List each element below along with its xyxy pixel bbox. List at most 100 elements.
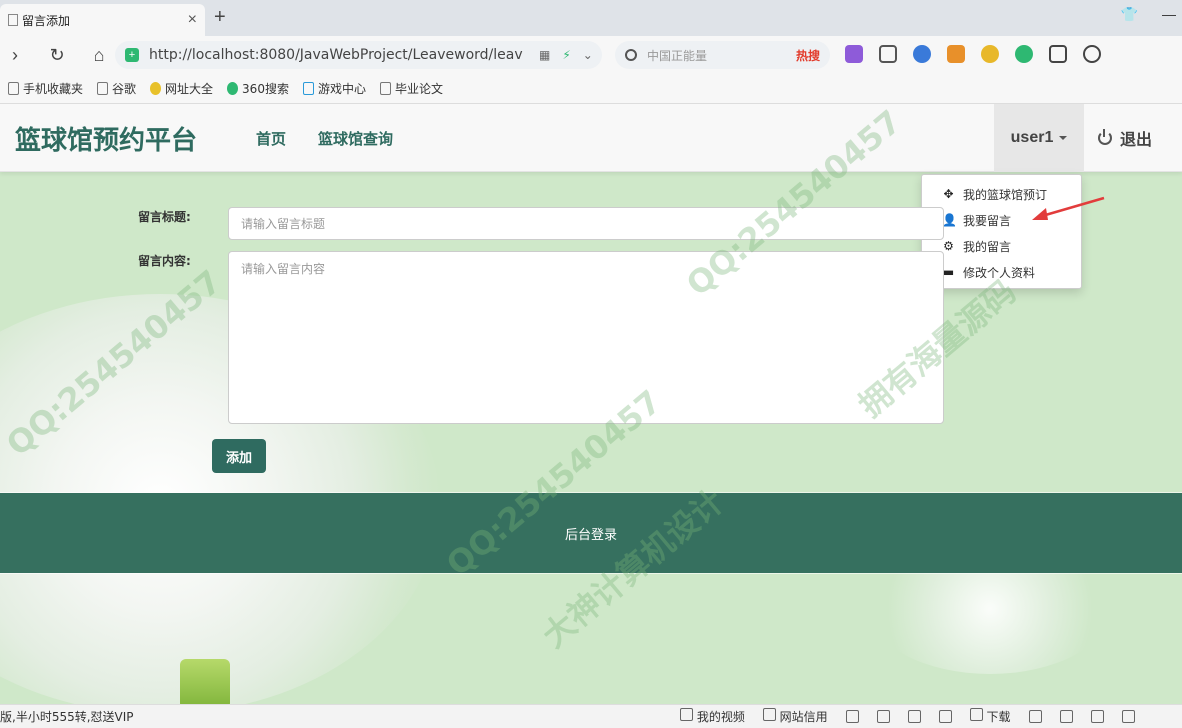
url-tools: ▦ ⚡ ⌄ (539, 48, 593, 62)
add-button[interactable]: 添加 (212, 439, 266, 473)
bookmark-label: 游戏中心 (317, 82, 366, 96)
url-text: http://localhost:8080/JavaWebProject/Lea… (149, 47, 523, 63)
message-title-input[interactable] (228, 207, 944, 240)
logout-label: 退出 (1120, 130, 1153, 149)
dropdown-item-edit-profile[interactable]: ▬ 修改个人资料 (922, 259, 1081, 285)
site-credit-link[interactable]: 网站信用 (762, 708, 828, 725)
gear-icon: ⚙ (943, 239, 954, 253)
power-icon (1098, 129, 1112, 145)
brand-title[interactable]: 篮球馆预约平台 (15, 120, 197, 157)
status-item-label: 我的视频 (696, 710, 745, 724)
bookmark-label: 360搜索 (242, 82, 289, 96)
username: user1 (1010, 129, 1054, 146)
headset-icon[interactable] (1028, 710, 1042, 723)
bookmark-item[interactable]: 游戏中心 (302, 80, 366, 97)
user-dropdown-menu: ✥ 我的篮球馆预订 👤 我要留言 ⚙ 我的留言 ▬ 修改个人资料 (921, 174, 1082, 289)
window-controls: 👕 — (1121, 6, 1176, 23)
dropdown-item-label: 我的留言 (963, 239, 1012, 254)
address-toolbar: › ↻ ⌂ + http://localhost:8080/JavaWebPro… (0, 36, 1182, 74)
status-item-label: 网站信用 (779, 710, 828, 724)
window-icon[interactable] (1090, 710, 1104, 723)
game-icon[interactable] (947, 45, 965, 63)
grid-icon[interactable] (1049, 45, 1067, 63)
new-tab-button[interactable]: + (214, 6, 226, 29)
browser-tabbar: 留言添加 × + 👕 — (0, 0, 1182, 36)
bookmark-item[interactable]: 360搜索 (227, 80, 289, 97)
bookmark-item[interactable]: 谷歌 (97, 80, 136, 97)
bookmark-item[interactable]: 手机收藏夹 (8, 80, 83, 97)
home-icon[interactable]: ⌂ (84, 45, 114, 66)
shield-icon[interactable] (845, 710, 859, 723)
page-icon (379, 82, 391, 95)
green-app-icon[interactable] (1015, 45, 1033, 63)
hot-search-label[interactable]: 热搜 (796, 47, 820, 64)
move-icon: ✥ (943, 187, 954, 201)
message-content-input[interactable] (228, 251, 944, 424)
back-icon[interactable]: › (0, 45, 30, 66)
bookmarks-bar: 手机收藏夹 谷歌 网址大全 360搜索 游戏中心 毕业论文 (0, 74, 1182, 104)
qr-icon[interactable]: ▦ (539, 48, 550, 62)
speaker-icon[interactable] (1121, 710, 1135, 723)
logout-link[interactable]: 退出 (1098, 126, 1152, 150)
mobile-icon (8, 82, 19, 95)
extension-icons (845, 45, 1101, 63)
top-navbar: 篮球馆预约平台 首页 篮球馆查询 user1 退出 (0, 104, 1182, 172)
title-label: 留言标题: (138, 210, 191, 224)
nav-link-venue-search[interactable]: 篮球馆查询 (318, 128, 393, 149)
content-label: 留言内容: (138, 254, 191, 268)
page-icon (97, 82, 109, 95)
annotation-arrow (1032, 196, 1105, 220)
lightning-icon[interactable]: ⚡ (562, 48, 570, 62)
minimize-icon[interactable]: — (1162, 6, 1176, 23)
download-icon (969, 708, 983, 721)
page-icon (8, 14, 18, 26)
translate-icon[interactable] (845, 45, 863, 63)
dropdown-item-label: 我要留言 (963, 213, 1012, 228)
brightness-icon[interactable] (1083, 45, 1101, 63)
page-body: 篮球馆预约平台 首页 篮球馆查询 user1 退出 ✥ 我的篮球馆预订 👤 我要… (0, 104, 1182, 704)
bookmark-label: 毕业论文 (394, 82, 443, 96)
nav-link-home[interactable]: 首页 (256, 128, 286, 149)
heart-icon[interactable] (907, 710, 921, 723)
close-icon[interactable]: × (188, 11, 197, 29)
download-link[interactable]: 下载 (969, 708, 1011, 725)
coin-icon[interactable] (981, 45, 999, 63)
dandelion-stem (180, 659, 230, 704)
dropdown-item-label: 修改个人资料 (963, 265, 1036, 280)
admin-login-link[interactable]: 后台登录 (565, 524, 617, 543)
gamepad-icon (302, 82, 314, 95)
bookmark-label: 手机收藏夹 (23, 82, 84, 96)
globe-icon (150, 82, 162, 95)
bookmark-item[interactable]: 毕业论文 (379, 80, 443, 97)
url-field[interactable]: + http://localhost:8080/JavaWebProject/L… (115, 41, 602, 69)
scissors-icon[interactable] (879, 45, 897, 63)
status-item-label: 下载 (986, 710, 1011, 724)
chevron-down-icon[interactable]: ⌄ (583, 48, 593, 62)
search-icon (625, 49, 637, 61)
browser-tab[interactable]: 留言添加 × (0, 4, 205, 36)
footer: 后台登录 (0, 493, 1182, 573)
drop-icon (762, 708, 776, 721)
dropdown-item-my-messages[interactable]: ⚙ 我的留言 (922, 233, 1081, 259)
image-icon[interactable] (876, 710, 890, 723)
status-promo-text[interactable]: 版,半小时555转,怼送VIP (0, 708, 134, 725)
rocket-icon[interactable] (938, 710, 952, 723)
search-field[interactable]: 中国正能量 热搜 (615, 41, 830, 69)
tab-title: 留言添加 (22, 13, 71, 28)
user-menu-toggle[interactable]: user1 (994, 104, 1084, 172)
search-icon (227, 82, 239, 95)
magnifier-icon[interactable] (913, 45, 931, 63)
browser-statusbar: 版,半小时555转,怼送VIP 我的视频 网站信用 下载 (0, 704, 1182, 728)
reload-icon[interactable]: ↻ (42, 45, 72, 66)
refresh-icon[interactable] (1059, 710, 1073, 723)
video-icon (680, 708, 693, 721)
bookmark-label: 网址大全 (165, 82, 214, 96)
video-link[interactable]: 我的视频 (680, 708, 745, 725)
shirt-icon[interactable]: 👕 (1121, 6, 1138, 23)
secure-shield-icon: + (125, 48, 139, 62)
bookmark-label: 谷歌 (112, 82, 137, 96)
status-items: 我的视频 网站信用 下载 (680, 708, 1135, 725)
bookmark-item[interactable]: 网址大全 (150, 80, 213, 97)
caret-down-icon (1059, 136, 1068, 140)
search-placeholder: 中国正能量 (647, 48, 708, 63)
